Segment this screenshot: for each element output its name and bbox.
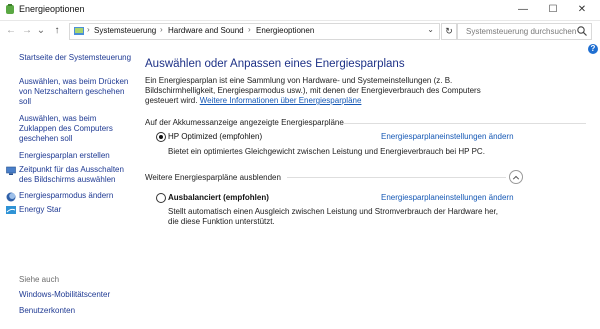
sidebar-item-user-accounts[interactable]: Benutzerkonten: [19, 306, 132, 316]
radio-selected-dot: [159, 135, 163, 139]
plan-hp-optimized-settings-link[interactable]: Energiesparplaneinstellungen ändern: [381, 132, 514, 141]
sidebar-item-display-off-time[interactable]: Zeitpunkt für das Ausschalten des Bildsc…: [19, 165, 132, 185]
group-divider: [287, 177, 506, 178]
sidebar-item-lid-close[interactable]: Auswählen, was beim Zuklappen des Comput…: [19, 114, 132, 144]
window-title: Energieoptionen: [19, 4, 85, 14]
breadcrumb-separator: ›: [248, 25, 251, 34]
refresh-button[interactable]: ↻: [441, 23, 457, 40]
sidebar-item-home[interactable]: Startseite der Systemsteuerung: [19, 53, 132, 63]
control-panel-icon: [74, 27, 84, 35]
minimize-button[interactable]: —: [509, 0, 537, 20]
forward-button[interactable]: →: [21, 24, 33, 38]
group-battery-meter-plans: Auf der Akkumessanzeige angezeigte Energ…: [145, 118, 344, 127]
address-bar[interactable]: › Systemsteuerung › Hardware and Sound ›…: [69, 23, 440, 40]
chevron-up-icon: [512, 175, 520, 180]
plan-balanced-radio[interactable]: [156, 193, 166, 203]
sidebar-item-sleep-mode[interactable]: Energiesparmodus ändern: [19, 191, 132, 201]
plan-hp-optimized-label[interactable]: HP Optimized (empfohlen): [168, 132, 262, 141]
energy-star-icon: [6, 206, 16, 214]
intro-text: Ein Energiesparplan ist eine Sammlung vo…: [145, 76, 490, 106]
search-box[interactable]: Systemsteuerung durchsuchen: [457, 23, 592, 40]
sidebar-item-power-buttons[interactable]: Auswählen, was beim Drücken von Netzscha…: [19, 77, 132, 107]
up-button[interactable]: ↑: [51, 24, 63, 38]
collapse-chevron-icon[interactable]: [509, 170, 523, 184]
plan-balanced-description: Stellt automatisch einen Ausgleich zwisc…: [168, 207, 498, 226]
sidebar: Startseite der Systemsteuerung Auswählen…: [0, 42, 136, 329]
sidebar-item-energy-star[interactable]: Energy Star: [19, 205, 132, 215]
close-button[interactable]: ✕: [568, 0, 596, 20]
search-input[interactable]: Systemsteuerung durchsuchen: [466, 27, 576, 36]
breadcrumb-separator: ›: [87, 25, 90, 34]
maximize-button[interactable]: ☐: [539, 0, 567, 20]
breadcrumb-energieoptionen[interactable]: Energieoptionen: [256, 26, 314, 35]
title-bar: Energieoptionen — ☐ ✕: [0, 0, 600, 21]
sidebar-item-mobility-center[interactable]: Windows-Mobilitätscenter: [19, 290, 132, 300]
plan-balanced-settings-link[interactable]: Energiesparplaneinstellungen ändern: [381, 193, 514, 202]
breadcrumb-systemsteuerung[interactable]: Systemsteuerung: [94, 26, 156, 35]
recent-locations-button[interactable]: ⌄: [35, 24, 47, 38]
display-off-icon: [6, 166, 16, 175]
plan-hp-optimized-radio[interactable]: [156, 132, 166, 142]
address-dropdown-icon[interactable]: ⌄: [427, 25, 434, 34]
breadcrumb-hardware-and-sound[interactable]: Hardware and Sound: [168, 26, 244, 35]
plan-balanced-label[interactable]: Ausbalanciert (empfohlen): [168, 193, 269, 202]
see-also-heading: Siehe auch: [19, 275, 60, 284]
plan-hp-optimized-description: Bietet ein optimiertes Gleichgewicht zwi…: [168, 147, 485, 156]
group-divider: [343, 123, 586, 124]
breadcrumb-separator: ›: [160, 25, 163, 34]
learn-more-link[interactable]: Weitere Informationen über Energiesparpl…: [200, 96, 362, 105]
back-button[interactable]: ←: [5, 24, 17, 38]
help-icon[interactable]: ?: [588, 44, 598, 54]
main-content: Auswählen oder Anpassen eines Energiespa…: [136, 42, 586, 329]
search-icon[interactable]: [576, 25, 588, 37]
sleep-moon-icon: [6, 192, 16, 202]
navigation-bar: ← → ⌄ ↑ › Systemsteuerung › Hardware and…: [0, 21, 600, 41]
group-hide-additional-plans: Weitere Energiesparpläne ausblenden: [145, 173, 281, 182]
sidebar-item-create-plan[interactable]: Energiesparplan erstellen: [19, 151, 132, 161]
page-title: Auswählen oder Anpassen eines Energiespa…: [145, 58, 405, 70]
power-options-icon: [6, 4, 14, 14]
